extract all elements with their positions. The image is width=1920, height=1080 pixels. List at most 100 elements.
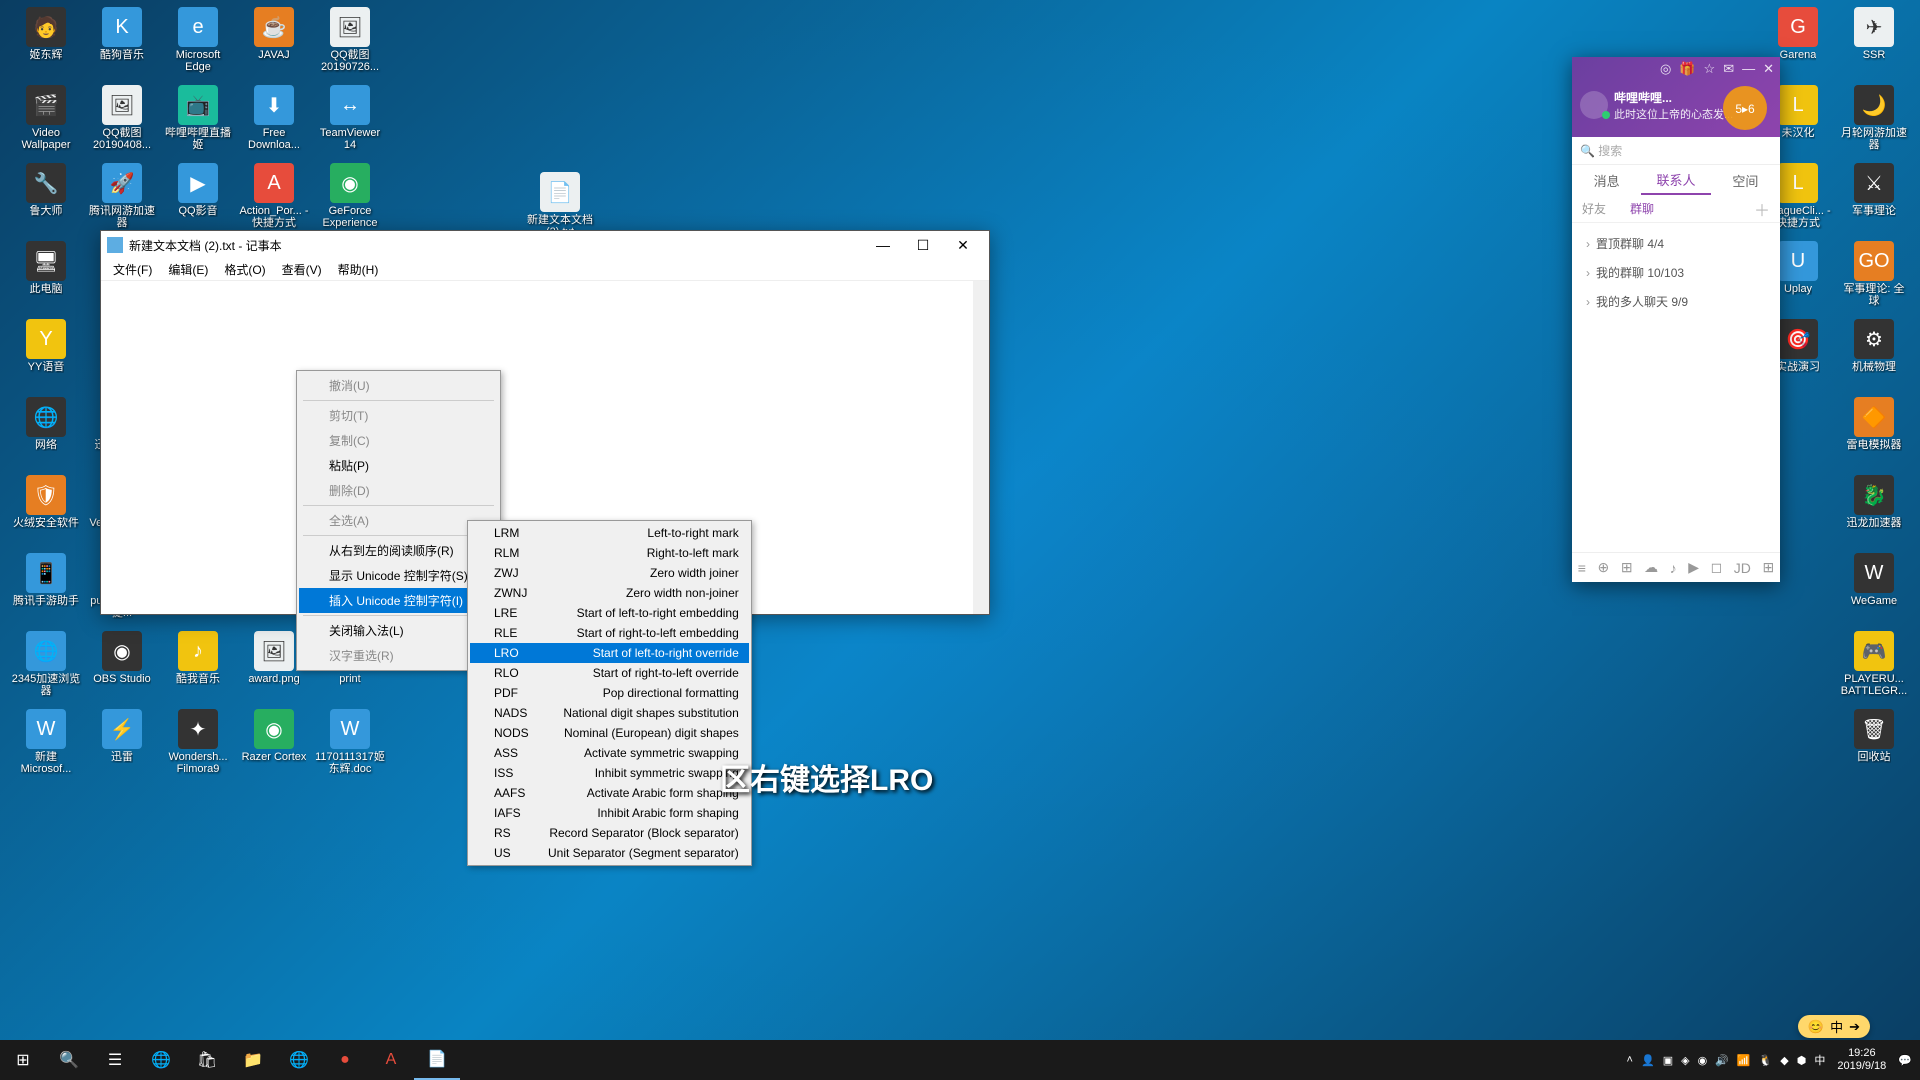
tray-item1[interactable]: ◆ [1776, 1054, 1792, 1067]
taskview-button[interactable]: ☰ [92, 1040, 138, 1080]
group-item[interactable]: 置顶群聊 4/4 [1572, 229, 1780, 258]
desktop-icon[interactable]: 🧑姬东辉 [8, 5, 84, 83]
menu-item[interactable]: 格式(O) [216, 259, 273, 280]
ime-indicator[interactable]: 😊 中 ➔ [1798, 1015, 1870, 1038]
tray-up-icon[interactable]: ˄ [1623, 1054, 1637, 1066]
desktop-icon[interactable]: W1170111317姬东辉.doc [312, 707, 388, 785]
unicode-item-iafs[interactable]: IAFSInhibit Arabic form shaping [470, 803, 749, 823]
group-item[interactable]: 我的多人聊天 9/9 [1572, 287, 1780, 316]
taskbar-app1[interactable]: ● [322, 1040, 368, 1080]
desktop-icon[interactable]: ⚙机械物理 [1836, 317, 1912, 395]
unicode-item-zwnj[interactable]: ZWNJZero width non-joiner [470, 583, 749, 603]
tray-qq-icon[interactable]: 🐧 [1755, 1054, 1777, 1067]
unicode-item-lrm[interactable]: LRMLeft-to-right mark [470, 523, 749, 543]
tab-space[interactable]: 空间 [1711, 165, 1780, 195]
desktop-icon[interactable]: 📱腾讯手游助手 [8, 551, 84, 629]
qq-close-button[interactable]: ✕ [1763, 61, 1774, 77]
desktop-icon[interactable]: eMicrosoft Edge [160, 5, 236, 83]
star-icon[interactable]: ☆ [1704, 61, 1716, 77]
qq-minimize-button[interactable]: — [1742, 61, 1755, 77]
desktop-icon[interactable]: ▶QQ影音 [160, 161, 236, 239]
desktop-icon[interactable]: ◉GeForce Experience [312, 161, 388, 239]
foot-cloud-icon[interactable]: ☁ [1644, 559, 1658, 576]
unicode-item-pdf[interactable]: PDFPop directional formatting [470, 683, 749, 703]
desktop-icon[interactable]: WWeGame [1836, 551, 1912, 629]
unicode-item-ass[interactable]: ASSActivate symmetric swapping [470, 743, 749, 763]
gift-icon[interactable]: 🎁 [1679, 61, 1695, 77]
tray-ime-icon[interactable]: 中 [1810, 1052, 1829, 1068]
desktop-icon[interactable]: 🌐网络 [8, 395, 84, 473]
tray-graphics-icon[interactable]: ▣ [1659, 1054, 1677, 1067]
desktop-icon[interactable]: 🖥此电脑 [8, 239, 84, 317]
taskbar-explorer[interactable]: 📁 [230, 1040, 276, 1080]
subtab-groups[interactable]: 群聊 [1630, 200, 1654, 217]
unicode-item-aafs[interactable]: AAFSActivate Arabic form shaping [470, 783, 749, 803]
desktop-icon[interactable]: 🐉迅龙加速器 [1836, 473, 1912, 551]
unicode-item-zwj[interactable]: ZWJZero width joiner [470, 563, 749, 583]
taskbar-app2[interactable]: A [368, 1040, 414, 1080]
desktop-icon[interactable]: ✦Wondersh... Filmora9 [160, 707, 236, 785]
desktop-icon[interactable]: ◉OBS Studio [84, 629, 160, 707]
user-name[interactable]: 哔哩哔哩... [1614, 89, 1733, 106]
desktop-icon[interactable]: 🗑回收站 [1836, 707, 1912, 785]
tray-sound-icon[interactable]: 🔊 [1711, 1054, 1733, 1067]
desktop-icon[interactable]: 🌐2345加速浏览器 [8, 629, 84, 707]
notification-icon[interactable]: 💬 [1894, 1054, 1916, 1067]
desktop-icon[interactable]: GO军事理论: 全球 [1836, 239, 1912, 317]
foot-live-icon[interactable]: ◻ [1711, 559, 1723, 576]
group-item[interactable]: 我的群聊 10/103 [1572, 258, 1780, 287]
desktop-icon[interactable]: 🎮PLAYERU... BATTLEGR... [1836, 629, 1912, 707]
unicode-item-rle[interactable]: RLEStart of right-to-left embedding [470, 623, 749, 643]
desktop-icon[interactable]: AAction_Por... - 快捷方式 [236, 161, 312, 239]
desktop-icon[interactable]: ◉Razer Cortex [236, 707, 312, 785]
tray-wifi-icon[interactable]: 📶 [1733, 1054, 1755, 1067]
taskbar-edge[interactable]: 🌐 [138, 1040, 184, 1080]
foot-menu-icon[interactable]: ≡ [1578, 560, 1586, 576]
foot-app-icon[interactable]: ⊞ [1621, 559, 1633, 576]
menu-item[interactable]: 编辑(E) [160, 259, 216, 280]
minimize-button[interactable]: — [863, 231, 903, 259]
unicode-item-lro[interactable]: LROStart of left-to-right override [470, 643, 749, 663]
subtab-friends[interactable]: 好友 [1582, 200, 1606, 217]
tray-net-icon[interactable]: ◈ [1677, 1054, 1693, 1067]
skin-icon[interactable]: ◎ [1660, 61, 1671, 77]
clock[interactable]: 19:26 2019/9/18 [1829, 1047, 1894, 1073]
desktop-icon[interactable]: W新建 Microsof... [8, 707, 84, 785]
unicode-item-rs[interactable]: RSRecord Separator (Block separator) [470, 823, 749, 843]
tab-contacts[interactable]: 联系人 [1641, 165, 1710, 195]
close-button[interactable]: ✕ [943, 231, 983, 259]
taskbar-store[interactable]: 🛍 [184, 1040, 230, 1080]
desktop-icon[interactable]: ⚡迅雷 [84, 707, 160, 785]
desktop-icon[interactable]: 🚀腾讯网游加速器 [84, 161, 160, 239]
foot-play-icon[interactable]: ▶ [1688, 559, 1699, 576]
menu-item[interactable]: 查看(V) [274, 259, 330, 280]
unicode-item-nods[interactable]: NODSNominal (European) digit shapes [470, 723, 749, 743]
scrollbar[interactable] [973, 281, 989, 614]
desktop-icon[interactable]: 🔶雷电模拟器 [1836, 395, 1912, 473]
desktop-icon[interactable]: YYY语音 [8, 317, 84, 395]
menu-item[interactable]: 帮助(H) [330, 259, 387, 280]
desktop-icon[interactable]: ⚔军事理论 [1836, 161, 1912, 239]
tray-people-icon[interactable]: 👤 [1637, 1054, 1659, 1067]
unicode-item-rlo[interactable]: RLOStart of right-to-left override [470, 663, 749, 683]
user-signature[interactable]: 此时这位上帝的心态发... [1614, 106, 1733, 122]
taskbar-notepad[interactable]: 📄 [414, 1040, 460, 1080]
foot-music-icon[interactable]: ♪ [1670, 560, 1677, 576]
desktop-icon[interactable]: 🔧鲁大师 [8, 161, 84, 239]
taskbar-browser[interactable]: 🌐 [276, 1040, 322, 1080]
desktop-icon[interactable]: 🖼QQ截图20190408... [84, 83, 160, 161]
desktop-icon[interactable]: ↔TeamViewer 14 [312, 83, 388, 161]
desktop-icon[interactable]: 🖼QQ截图20190726... [312, 5, 388, 83]
foot-add-icon[interactable]: ⊕ [1598, 559, 1610, 576]
desktop-icon[interactable]: 🛡火绒安全软件 [8, 473, 84, 551]
titlebar[interactable]: 新建文本文档 (2).txt - 记事本 — ☐ ✕ [101, 231, 989, 259]
desktop-icon[interactable]: ♪酷我音乐 [160, 629, 236, 707]
search-button[interactable]: 🔍 [46, 1040, 92, 1080]
desktop-icon[interactable]: ✈SSR [1836, 5, 1912, 83]
mail-icon[interactable]: ✉ [1723, 61, 1734, 77]
foot-doc-icon[interactable]: JD [1734, 560, 1751, 576]
start-button[interactable]: ⊞ [0, 1040, 46, 1080]
tray-razer-icon[interactable]: ◉ [1694, 1054, 1712, 1067]
desktop-icon[interactable]: ⬇Free Downloa... [236, 83, 312, 161]
tray-item2[interactable]: ⬢ [1793, 1054, 1811, 1067]
